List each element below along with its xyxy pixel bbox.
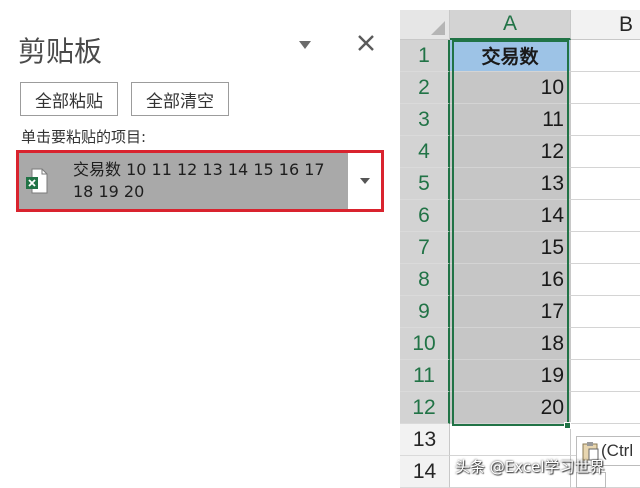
row-header[interactable]: 4: [400, 136, 450, 168]
paste-options-label: (Ctrl: [601, 441, 634, 460]
paste-instruction: 单击要粘贴的项目:: [21, 128, 147, 146]
clipboard-item[interactable]: 交易数 10 11 12 13 14 15 16 17 18 19 20: [16, 150, 384, 212]
row-header[interactable]: 13: [400, 424, 450, 456]
data-cell[interactable]: 18: [450, 328, 571, 360]
pane-options-icon[interactable]: [297, 38, 313, 50]
data-cell[interactable]: 13: [450, 168, 571, 200]
empty-cell[interactable]: [571, 72, 640, 104]
select-all-triangle-icon: [431, 21, 445, 35]
empty-cell[interactable]: [571, 328, 640, 360]
chevron-down-icon[interactable]: [348, 153, 381, 209]
data-cell[interactable]: 10: [450, 72, 571, 104]
data-cell[interactable]: 15: [450, 232, 571, 264]
data-cell[interactable]: 20: [450, 392, 571, 424]
header-cell[interactable]: 交易数: [450, 40, 571, 72]
data-cell[interactable]: 16: [450, 264, 571, 296]
row-header[interactable]: 12: [400, 392, 450, 424]
column-header-a[interactable]: A: [450, 10, 571, 40]
close-icon[interactable]: [355, 32, 377, 54]
row-header[interactable]: 10: [400, 328, 450, 360]
empty-cell[interactable]: [571, 392, 640, 424]
row-header[interactable]: 2: [400, 72, 450, 104]
empty-cell[interactable]: [571, 232, 640, 264]
row-header[interactable]: 8: [400, 264, 450, 296]
empty-cell[interactable]: [571, 200, 640, 232]
row-header[interactable]: 3: [400, 104, 450, 136]
data-cell[interactable]: 19: [450, 360, 571, 392]
empty-cell[interactable]: [571, 168, 640, 200]
excel-file-icon: [25, 167, 49, 197]
data-cell[interactable]: 12: [450, 136, 571, 168]
empty-cell[interactable]: [571, 264, 640, 296]
row-header[interactable]: 11: [400, 360, 450, 392]
clear-all-button[interactable]: 全部清空: [131, 82, 229, 116]
row-header[interactable]: 9: [400, 296, 450, 328]
empty-cell[interactable]: [571, 296, 640, 328]
row-header[interactable]: 7: [400, 232, 450, 264]
empty-cell[interactable]: [571, 40, 640, 72]
watermark-text: 头条 @Excel学习世界: [455, 458, 605, 476]
empty-cell[interactable]: [571, 136, 640, 168]
empty-cell[interactable]: [571, 104, 640, 136]
column-header-b[interactable]: B: [571, 10, 640, 40]
data-cell[interactable]: 11: [450, 104, 571, 136]
paste-all-button[interactable]: 全部粘贴: [20, 82, 118, 116]
row-header[interactable]: 1: [400, 40, 450, 72]
data-cell[interactable]: 17: [450, 296, 571, 328]
row-header[interactable]: 14: [400, 456, 450, 488]
clipboard-pane: 剪贴板 全部粘贴 全部清空 单击要粘贴的项目: 交易数 10 11 12 13 …: [0, 0, 400, 488]
row-header[interactable]: 6: [400, 200, 450, 232]
data-cell[interactable]: 14: [450, 200, 571, 232]
fill-handle[interactable]: [564, 422, 571, 429]
worksheet-grid: A B 1 交易数 2 10 3 11 4 12 5 13 6 14 7 15 8 16 9 17 10 18 11 19…: [400, 0, 640, 488]
clipboard-item-text: 交易数 10 11 12 13 14 15 16 17 18 19 20: [73, 160, 325, 201]
row-header[interactable]: 5: [400, 168, 450, 200]
pane-title: 剪贴板: [18, 35, 103, 68]
empty-cell[interactable]: [571, 360, 640, 392]
data-cell[interactable]: [450, 424, 571, 456]
select-all-corner[interactable]: [400, 10, 450, 40]
